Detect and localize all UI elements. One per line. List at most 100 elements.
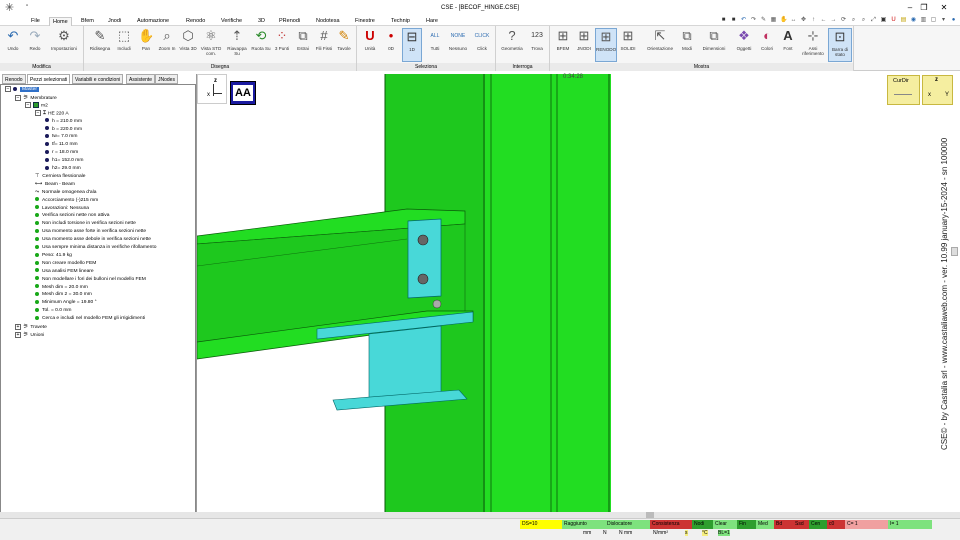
status-cell[interactable]: Consistenza: [650, 520, 692, 529]
view-label-badge[interactable]: AA: [230, 81, 256, 105]
3d-viewport[interactable]: z x AA: [196, 74, 611, 512]
orientazione-button[interactable]: ⇱ Orientazione: [643, 28, 677, 62]
curdir-widget[interactable]: CurDir: [887, 75, 920, 105]
tree-beam-type[interactable]: ⟷ Beam - Beam: [35, 181, 75, 189]
close-button[interactable]: ✕: [938, 2, 950, 14]
frame-small-icon[interactable]: ▢: [930, 17, 937, 24]
tab-variabili[interactable]: Variabili e condizioni: [72, 74, 124, 84]
tree-property[interactable]: tf= 11.0 mm: [45, 141, 78, 149]
tree-option[interactable]: Non creare modello FEM: [35, 260, 96, 268]
menu-verifiche[interactable]: Verifiche: [218, 17, 245, 26]
status-cell[interactable]: Bd: [774, 520, 793, 529]
tree-section[interactable]: − ⌶ HE 220 A: [35, 109, 69, 118]
undo-button[interactable]: ↶ Undo: [3, 28, 23, 62]
tree-normal[interactable]: ⤳ Normale omogenea d'ala: [35, 189, 96, 197]
layer-small-icon[interactable]: ▥: [920, 17, 927, 24]
status-cell[interactable]: Med: [756, 520, 774, 529]
redo-small-icon[interactable]: ↷: [750, 17, 757, 24]
3-punti-button[interactable]: ⁘ 3 Punti: [272, 28, 292, 62]
tree-option[interactable]: Cerca e includi nel modello FEM gli irri…: [35, 315, 145, 323]
tree-option[interactable]: Tol. = 0.0 mm: [35, 307, 72, 315]
undo-small-icon[interactable]: ↶: [740, 17, 747, 24]
axis-widget[interactable]: z x Y: [922, 75, 953, 105]
nessuno-button[interactable]: NONE Nessuno: [447, 28, 469, 62]
tab-renodo[interactable]: Renodo: [2, 74, 26, 84]
redo-button[interactable]: ↷ Redo: [25, 28, 45, 62]
tree-folder[interactable]: + ⚞ Travete: [15, 323, 47, 331]
unit-small-icon[interactable]: U: [890, 17, 897, 24]
scrollbar-thumb[interactable]: [646, 512, 654, 518]
fit-small-icon[interactable]: ⤢: [870, 17, 877, 24]
tree-folder[interactable]: − ⚞ Membrature: [15, 94, 57, 102]
tree-property[interactable]: h = 210.0 mm: [45, 118, 82, 126]
tree-option[interactable]: Non includi torsione in verifica sezioni…: [35, 220, 136, 228]
up-small-icon[interactable]: ↑: [810, 17, 817, 24]
tab-pezzi-selezionati[interactable]: Pezzi selezionati: [27, 74, 71, 84]
fili-fissi-button[interactable]: # Fili Fissi: [314, 28, 334, 62]
bfem-button[interactable]: ⊞ BFEM: [553, 28, 573, 62]
zoom-small-icon[interactable]: ⌕: [850, 17, 857, 24]
estrai-button[interactable]: ⧉ Estrai: [293, 28, 313, 62]
tutti-button[interactable]: ALL Tutti: [425, 28, 445, 62]
menu-technip[interactable]: Technip: [388, 17, 413, 26]
dropdown-small-icon[interactable]: ▾: [940, 17, 947, 24]
menu-automazione[interactable]: Automazione: [134, 17, 172, 26]
pan-button[interactable]: ✋ Pan: [136, 28, 156, 62]
click-button[interactable]: CLICK Click: [471, 28, 493, 62]
dimensioni-button[interactable]: ⧉ Dimensioni: [698, 28, 730, 62]
status-cell[interactable]: Raggiunto: [562, 520, 605, 529]
tree-option[interactable]: Peso: 41.9 kg: [35, 252, 72, 260]
help-icon[interactable]: ●: [950, 17, 957, 24]
status-cell[interactable]: I= 1: [888, 520, 932, 529]
tree-option[interactable]: Minimum Angle = 19.80 °: [35, 299, 97, 307]
arrows-small-icon[interactable]: ↔: [790, 17, 797, 24]
pencil-small-icon[interactable]: ✎: [760, 17, 767, 24]
tab-jnodes[interactable]: JNodes: [155, 74, 178, 84]
assi-riferimento-button[interactable]: ⊹ Assi riferimento: [799, 28, 827, 62]
vista-3d-button[interactable]: ⬡ Vista 3D: [178, 28, 198, 62]
menu-nodotesa[interactable]: Nodotesa: [313, 17, 343, 26]
tree-root[interactable]: − Master: [5, 86, 39, 94]
hand-small-icon[interactable]: ✋: [780, 17, 787, 24]
menu-file[interactable]: File: [28, 17, 43, 26]
unita-button[interactable]: U Unità: [360, 28, 380, 62]
left-small-icon[interactable]: ←: [820, 17, 827, 24]
status-cell[interactable]: Fin: [737, 520, 756, 529]
tree-property[interactable]: r = 18.0 mm: [45, 149, 78, 157]
tree-option[interactable]: Verifica sezioni nette non attiva: [35, 212, 109, 220]
tree-option[interactable]: Non modellare i fori dei bulloni nel mod…: [35, 276, 146, 284]
status-cell[interactable]: Clear: [713, 520, 737, 529]
menu-3d[interactable]: 3D: [255, 17, 268, 26]
maximize-button[interactable]: ❐: [918, 2, 930, 14]
menu-renodo[interactable]: Renodo: [183, 17, 208, 26]
tree-option[interactable]: Usa analisi FEM lineare: [35, 268, 94, 276]
zoomout-small-icon[interactable]: ⌕: [860, 17, 867, 24]
status-cell[interactable]: Nodi: [692, 520, 713, 529]
modi-button[interactable]: ⧉ Modi: [678, 28, 696, 62]
ruota-button[interactable]: ⟲ Ruota Su: [251, 28, 271, 62]
tree-option[interactable]: Usa sempre minima distanza in verifiche …: [35, 244, 156, 252]
rotate-small-icon[interactable]: ⟳: [840, 17, 847, 24]
barra-stato-button[interactable]: ⊡ Barra di stato: [828, 28, 852, 62]
includi-button[interactable]: ⬚ Includi: [114, 28, 134, 62]
oggetti-button[interactable]: ❖ Oggetti: [732, 28, 756, 62]
trova-button[interactable]: 123 Trova: [527, 28, 547, 62]
tree-option[interactable]: Mesh dim 2 = 30.0 mm: [35, 291, 92, 299]
status-cell[interactable]: Dislocatore: [605, 520, 650, 529]
tree-option[interactable]: Usa momento asse debole in verifica sezi…: [35, 236, 151, 244]
tree-option[interactable]: Lavorazioni: Nessuna: [35, 205, 89, 213]
geometria-button[interactable]: ? Geometria: [498, 28, 526, 62]
minimize-button[interactable]: –: [904, 2, 916, 14]
save-all-icon[interactable]: ■: [730, 17, 737, 24]
jnodi-button[interactable]: ⊞ JNODI: [574, 28, 594, 62]
ridisegna-button[interactable]: ✎ Ridisegna: [87, 28, 113, 62]
view-small-icon[interactable]: ▣: [880, 17, 887, 24]
menu-jnodi[interactable]: Jnodi: [105, 17, 124, 26]
right-small-icon[interactable]: →: [830, 17, 837, 24]
select-small-icon[interactable]: ▤: [900, 17, 907, 24]
impostazioni-button[interactable]: ⚙ Impostazioni: [46, 28, 82, 62]
tab-assistente[interactable]: Assistente: [126, 74, 156, 84]
status-cell[interactable]: Ssd: [793, 520, 809, 529]
1d-button[interactable]: ⊟ 1D: [402, 28, 422, 62]
vista-std-button[interactable]: ⚛ Vista STD com.: [199, 28, 223, 62]
